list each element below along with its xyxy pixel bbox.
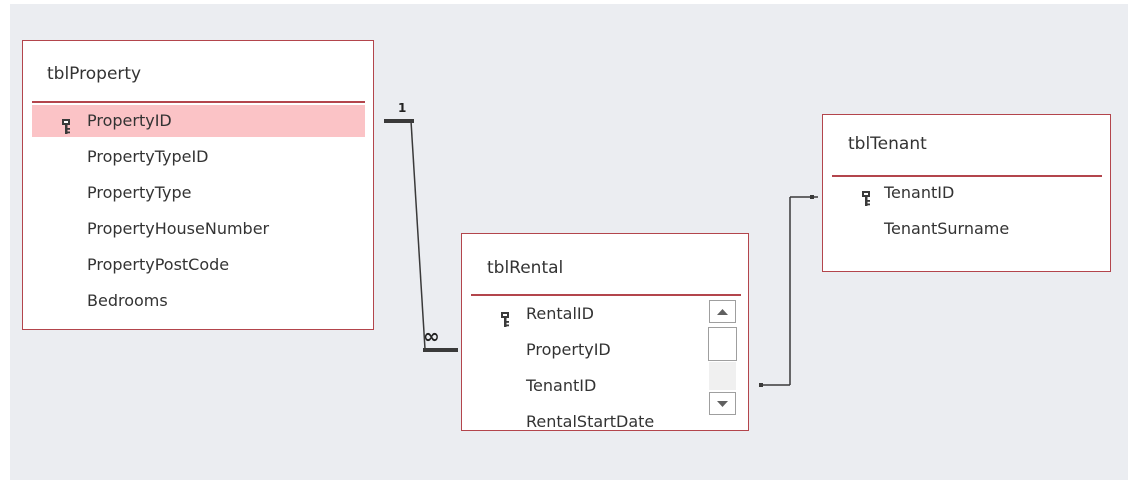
primary-key-icon — [61, 114, 71, 134]
scroll-down-button[interactable] — [709, 392, 736, 415]
field-name: PropertyHouseNumber — [87, 219, 270, 238]
table-tenant-title[interactable]: tblTenant — [848, 134, 927, 154]
field-name: PropertyID — [87, 111, 172, 130]
field-name: PropertyID — [526, 340, 611, 359]
relationship-many-label: ∞ — [423, 324, 440, 348]
field-row[interactable]: PropertyTypeID — [32, 141, 365, 173]
table-property-title[interactable]: tblProperty — [47, 64, 141, 84]
field-name: PropertyType — [87, 183, 192, 202]
field-name: PropertyTypeID — [87, 147, 209, 166]
relationship-rental-tenant[interactable] — [759, 195, 818, 387]
table-property[interactable]: tblProperty PropertyID PropertyTypeID Prop… — [22, 40, 374, 330]
field-row[interactable]: PropertyHouseNumber — [32, 213, 365, 245]
field-row[interactable]: Bedrooms — [32, 285, 365, 317]
triangle-down-icon — [717, 401, 728, 407]
scroll-track[interactable] — [709, 362, 736, 390]
table-property-divider — [32, 101, 365, 103]
field-name: TenantID — [884, 183, 955, 202]
scroll-up-button[interactable] — [709, 300, 736, 323]
field-row[interactable]: PropertyID — [471, 334, 705, 366]
table-rental-divider — [471, 294, 741, 296]
field-name: TenantSurname — [884, 219, 1010, 238]
field-row[interactable]: RentalStartDate — [471, 406, 705, 431]
field-row[interactable]: TenantID — [471, 370, 705, 402]
field-row[interactable]: TenantID — [832, 177, 1102, 209]
relationship-one-label: 1 — [398, 101, 406, 115]
table-tenant[interactable]: tblTenant TenantID TenantSurname — [822, 114, 1111, 272]
field-row[interactable]: TenantSurname — [832, 213, 1102, 245]
field-name: RentalID — [526, 304, 594, 323]
field-name: Bedrooms — [87, 291, 168, 310]
field-row[interactable]: PropertyID — [32, 105, 365, 137]
field-row[interactable]: RentalID — [471, 298, 705, 330]
field-name: RentalStartDate — [526, 412, 655, 431]
field-row[interactable]: PropertyPostCode — [32, 249, 365, 281]
table-rental-title[interactable]: tblRental — [487, 258, 563, 278]
field-name: PropertyPostCode — [87, 255, 230, 274]
table-rental[interactable]: tblRental RentalID PropertyID TenantID Rent… — [461, 233, 749, 431]
primary-key-icon — [500, 307, 510, 327]
field-row[interactable]: PropertyType — [32, 177, 365, 209]
relationship-property-rental[interactable]: 1 ∞ — [384, 101, 458, 352]
field-name: TenantID — [526, 376, 597, 395]
scroll-thumb[interactable] — [708, 327, 737, 361]
table-rental-scrollbar[interactable] — [707, 298, 738, 423]
triangle-up-icon — [717, 309, 728, 315]
primary-key-icon — [861, 186, 871, 206]
